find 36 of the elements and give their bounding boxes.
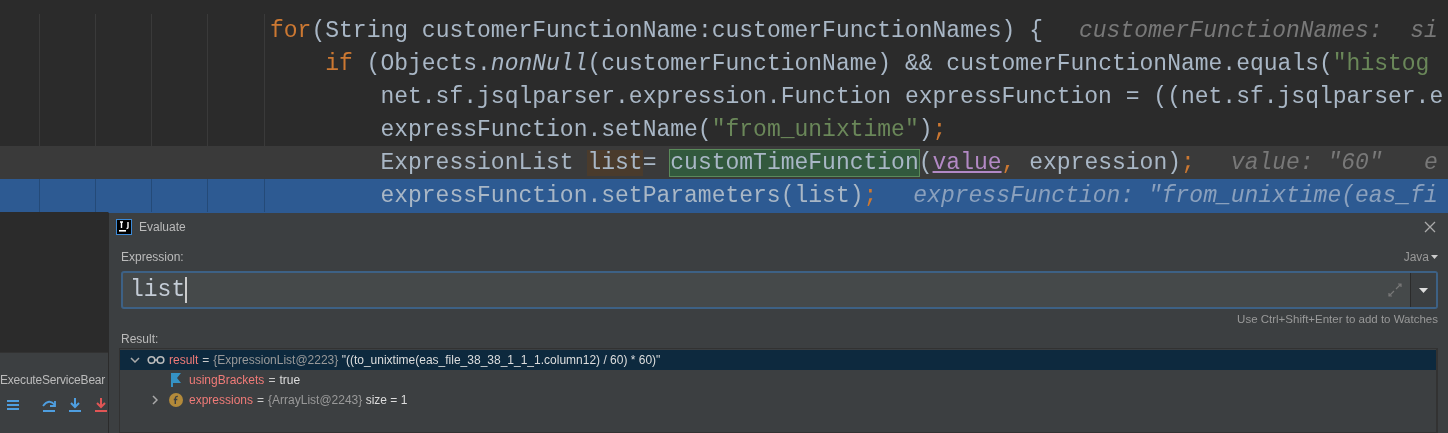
menu-icon[interactable]	[5, 397, 21, 413]
code-text: for(String customerFunctionName:customerFunctionNames) {	[270, 17, 1043, 44]
app-logo-icon	[116, 219, 132, 235]
close-icon	[1424, 221, 1436, 233]
result-label: Result:	[121, 332, 160, 346]
expression-field[interactable]: list	[121, 271, 1438, 309]
tree-row[interactable]: result = {ExpressionList@2223} "((to_unixtime(eas_file_38_38_1_1_1.column12) / 60) * 60)"	[120, 350, 1436, 370]
dialog-title: Evaluate	[139, 220, 186, 234]
code-text: expressFunction.setParameters(list);	[380, 182, 878, 209]
variable-value: usingBrackets = true	[189, 373, 301, 387]
code-text: if (Objects.nonNull(customerFunctionName) && customerFunctionName.equals("histog	[325, 50, 1430, 77]
watches-hint: Use Ctrl+Shift+Enter to add to Watches	[1237, 313, 1438, 325]
chevron-right-icon[interactable]	[152, 395, 158, 405]
history-dropdown-button[interactable]	[1410, 273, 1436, 307]
language-dropdown[interactable]: Java	[1403, 250, 1438, 264]
expression-label: Expression:	[121, 250, 184, 264]
step-into-icon[interactable]	[67, 397, 83, 413]
flag-icon	[170, 373, 182, 387]
inline-value-hint: expressFunction: "from_unixtime(eas_fi	[913, 182, 1438, 209]
glasses-icon	[147, 355, 165, 365]
close-button[interactable]	[1422, 219, 1438, 235]
variable-value: expressions = {ArrayList@2243} size = 1	[189, 393, 408, 407]
inline-value-hint: customerFunctionNames: si	[1078, 17, 1438, 44]
chevron-down-icon[interactable]	[130, 357, 140, 363]
caret-icon	[1431, 255, 1438, 259]
variable-value: result = {ExpressionList@2223} "((to_unixtime(eas_file_38_38_1_1_1.column12) / 60) * 60)"	[169, 353, 661, 367]
expand-icon[interactable]	[1388, 283, 1402, 297]
tree-row[interactable]: expressions = {ArrayList@2243} size = 1	[120, 390, 1436, 410]
code-text: ExpressionList list= customTimeFunction(value, expression);	[380, 149, 1195, 176]
tree-row[interactable]: usingBrackets = true	[120, 370, 1436, 390]
inline-value-hint: value: "60" e	[1230, 149, 1438, 176]
caret-icon	[1419, 287, 1428, 293]
code-text: expressFunction.setName("from_unixtime");	[380, 116, 947, 143]
force-step-into-icon[interactable]	[93, 397, 108, 413]
code-text: net.sf.jsqlparser.expression.Function expressFunction = ((net.sf.jsqlparser.e	[380, 83, 1444, 110]
field-icon	[169, 393, 183, 407]
